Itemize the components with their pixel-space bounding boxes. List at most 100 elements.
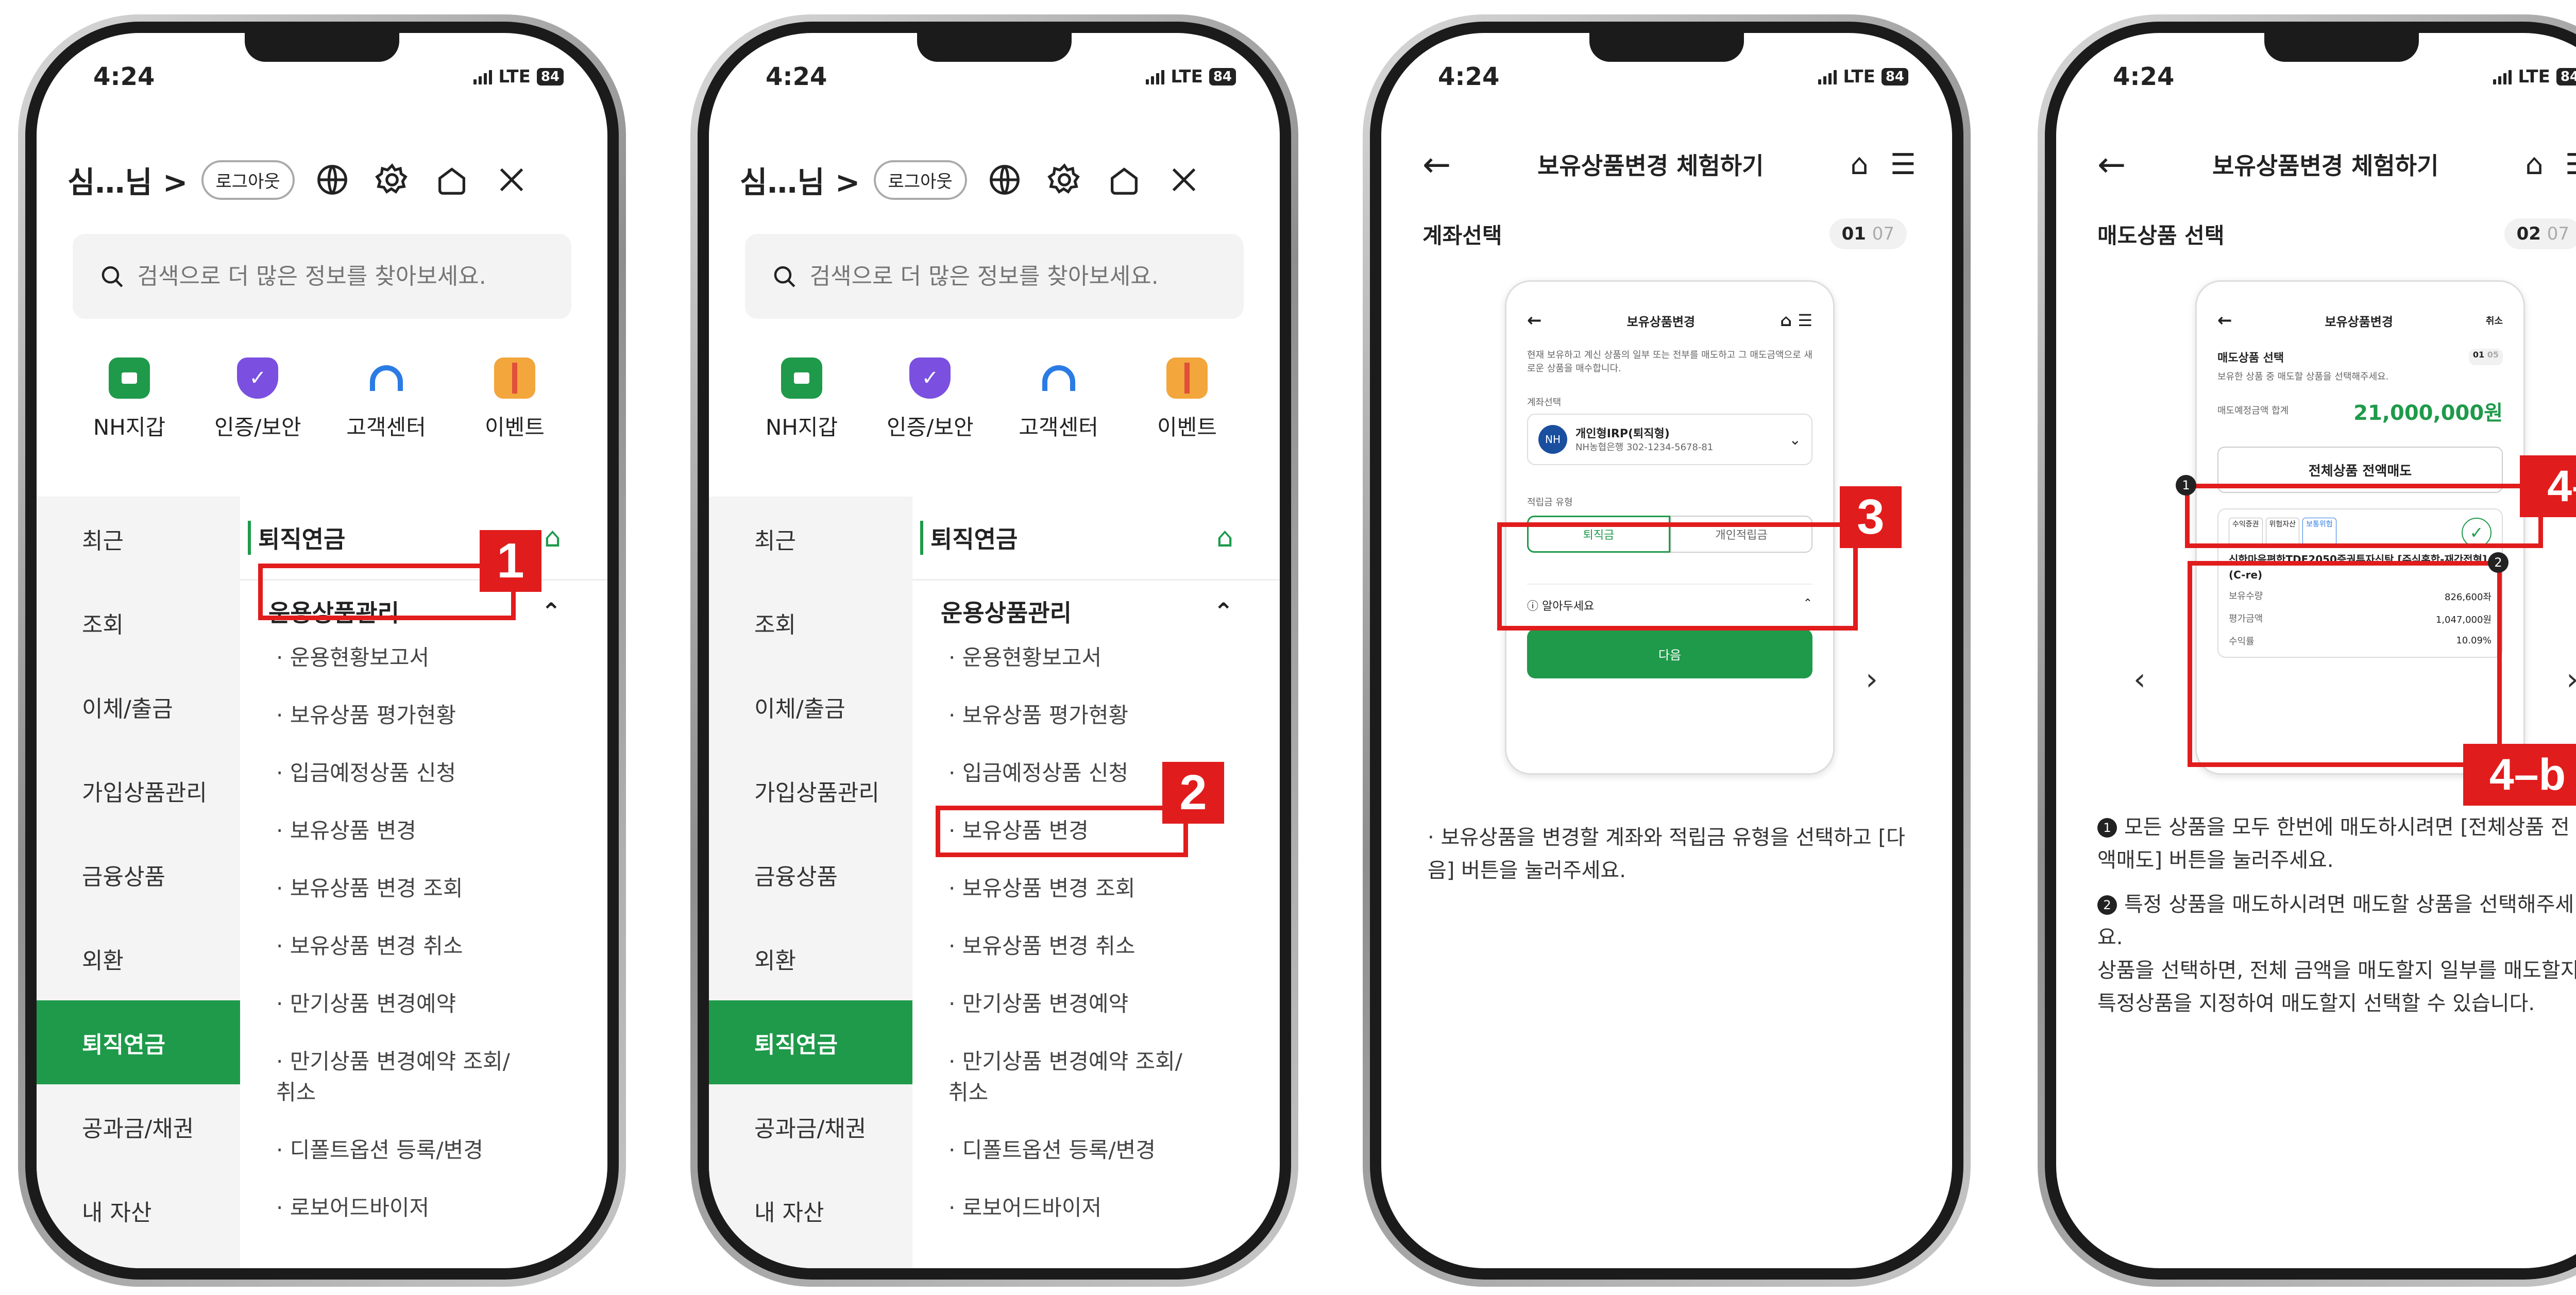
user-name-link[interactable]: 심…님 > [740,158,860,201]
step-indicator: 02 07 [2504,218,2576,249]
battery-icon: 84 [1209,68,1236,86]
submenu-item[interactable]: · 보유상품 변경 조회 [912,873,1280,904]
globe-icon[interactable] [312,160,352,200]
back-arrow-icon[interactable]: ← [1422,145,1451,184]
submenu-item[interactable]: · 만기상품 변경예약 조회/ 취소 [240,1046,607,1108]
status-bar: 4:24 LTE 84 [1438,59,1908,95]
quick-item-security[interactable]: ✓ 인증/보안 [196,357,319,441]
home-icon[interactable]: ⌂ [544,522,561,553]
submenu-item[interactable]: · 만기상품 변경예약 조회/ 취소 [912,1046,1280,1108]
submenu-item[interactable]: · 로보어드바이저 [912,1192,1280,1223]
category-item[interactable]: 외환 [709,916,912,1000]
submenu-item[interactable]: · 입금예정상품 신청 [240,758,607,789]
close-icon[interactable] [1164,160,1204,200]
highlight-box-4b [2188,561,2502,767]
menu-icon[interactable]: ☰ [1890,148,1916,181]
wallet-icon [109,357,150,399]
close-icon[interactable] [492,160,532,200]
submenu-item[interactable]: · 보유상품 변경 취소 [240,931,607,962]
submenu-title: 퇴직연금 [920,521,1018,555]
search-input[interactable] [809,263,1244,289]
category-item[interactable]: 외환 [37,916,240,1000]
category-item[interactable]: 조회 [709,581,912,664]
next-button[interactable]: 다음 [1527,629,1812,678]
search-icon [774,266,795,287]
submenu-item[interactable]: · 디폴트옵션 등록/변경 [912,1135,1280,1166]
quick-item-wallet[interactable]: NH지갑 [67,357,191,441]
gear-icon[interactable] [372,160,412,200]
logout-button[interactable]: 로그아웃 [201,160,295,200]
user-name-link[interactable]: 심…님 > [67,158,188,201]
submenu-item[interactable]: · 보유상품 평가현황 [240,700,607,731]
section-title: 계좌선택 [1422,223,1502,248]
category-item[interactable]: 이체/출금 [37,664,240,748]
shield-check-icon: ✓ [237,357,279,399]
category-item[interactable]: 조회 [37,581,240,664]
category-item[interactable]: 가입상품관리 [37,748,240,832]
submenu-item[interactable]: · 보유상품 변경 [240,815,607,846]
globe-icon[interactable] [985,160,1025,200]
search-box[interactable] [73,234,571,319]
category-item-active[interactable]: 퇴직연금 [37,1000,240,1084]
submenu-item[interactable]: · 운용현황보고서 [912,642,1280,673]
back-arrow-icon[interactable]: ← [2097,145,2126,184]
submenu-item[interactable]: · 운용현황보고서 [240,642,607,673]
step-label-3: 3 [1840,486,1902,548]
quick-item-security[interactable]: ✓ 인증/보안 [868,357,992,441]
submenu-section[interactable]: 운용상품관리 ⌃ [912,581,1280,642]
highlight-box-2 [936,806,1188,857]
submenu-item[interactable]: · 보유상품 평가현황 [912,700,1280,731]
network-label: LTE [498,66,531,87]
logout-button[interactable]: 로그아웃 [873,160,967,200]
category-item[interactable]: 공과금/채권 [37,1084,240,1168]
home-icon[interactable]: ⌂ [1850,148,1869,181]
category-item[interactable]: 이체/출금 [709,664,912,748]
account-select[interactable]: NH 개인형IRP(퇴직형) NH농협은행 302-1234-5678-81 ⌄ [1527,414,1812,465]
category-item-active[interactable]: 퇴직연금 [709,1000,912,1084]
category-item[interactable]: 최근 [709,497,912,581]
sell-product-screen: 4:24 LTE 84 ← 보유상품변경 체험하기 ⌂ ☰ 매도상품 선택 02 … [2056,33,2576,1268]
chevron-left-icon[interactable]: ‹ [2133,661,2146,697]
step-label-2: 2 [1162,762,1224,824]
step-indicator: 01 07 [1829,218,1907,249]
category-item[interactable]: 최근 [37,497,240,581]
submenu-item[interactable]: · 디폴트옵션 등록/변경 [240,1135,607,1166]
category-item[interactable]: 내 자산 [37,1168,240,1252]
chevron-right-icon[interactable]: › [2566,661,2576,697]
submenu-item[interactable]: · 만기상품 변경예약 [912,989,1280,1019]
submenu-item[interactable]: · 입금예정상품 신청 [912,758,1280,789]
phone-frame-1: 4:24 LTE 84 심…님 > 로그아웃 NH지갑 ✓인증/보안 고객센터 … [18,14,626,1287]
page-title: 보유상품변경 체험하기 [1537,152,1764,180]
home-icon[interactable]: ⌂ [2525,148,2544,181]
search-box[interactable] [745,234,1244,319]
gear-icon[interactable] [1044,160,1084,200]
menu-icon[interactable]: ☰ [2565,148,2576,181]
callout-badge-1: 1 [2176,475,2196,496]
category-item[interactable]: 공과금/채권 [709,1084,912,1168]
quick-item-wallet[interactable]: NH지갑 [740,357,863,441]
home-icon[interactable] [1104,160,1144,200]
section-title: 매도상품 선택 [2097,223,2225,248]
back-arrow-icon: ← [1527,310,1542,331]
submenu-item[interactable]: · 만기상품 변경예약 [240,989,607,1019]
quick-item-support[interactable]: 고객센터 [325,357,448,441]
submenu-item[interactable]: · 로보어드바이저 [240,1192,607,1223]
submenu-item[interactable]: · 보유상품 변경 조회 [240,873,607,904]
status-bar: 4:24 LTE 84 [2113,59,2576,95]
home-icon[interactable]: ⌂ [1216,522,1233,553]
quick-item-event[interactable]: 이벤트 [453,357,577,441]
status-bar: 4:24 LTE 84 [93,59,564,95]
search-input[interactable] [137,263,571,289]
highlight-box-4a [2185,484,2543,548]
quick-item-event[interactable]: 이벤트 [1125,357,1249,441]
phone-frame-4: 4:24 LTE 84 ← 보유상품변경 체험하기 ⌂ ☰ 매도상품 선택 02 … [2038,14,2576,1287]
quick-item-support[interactable]: 고객센터 [997,357,1121,441]
category-item[interactable]: 가입상품관리 [709,748,912,832]
home-icon[interactable] [432,160,472,200]
category-item[interactable]: 금융상품 [709,832,912,916]
submenu-item[interactable]: · 보유상품 변경 취소 [912,931,1280,962]
category-item[interactable]: 내 자산 [709,1168,912,1252]
chevron-right-icon[interactable]: › [1866,661,1878,697]
category-item[interactable]: 금융상품 [37,832,240,916]
battery-icon: 84 [1881,68,1908,86]
